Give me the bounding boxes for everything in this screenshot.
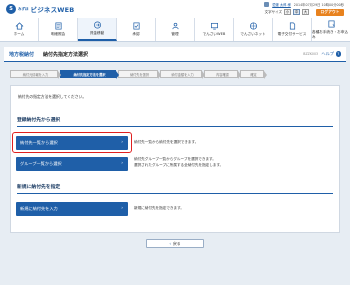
nav-transfer[interactable]: 資金移動 — [78, 18, 117, 41]
step-indicator: 納付元情報を入力 納付先指定方法を選択 納付先を選択 納付金額を入力 内容確認 … — [10, 70, 267, 79]
enter-new-payee-button[interactable]: 新規に納付先を入力 › — [16, 202, 128, 216]
step-2-current: 納付先指定方法を選択 — [60, 70, 119, 79]
step-5: 内容確認 — [204, 70, 241, 79]
nav-home-label: ホーム — [13, 32, 25, 36]
page-title: 納付先指定方法選択 — [43, 51, 89, 58]
nav-e-delivery[interactable]: 電子交付サービス — [273, 18, 312, 41]
payee-list-description: 納付先一覧から納付先を選択できます。 — [134, 140, 199, 144]
nav-procedures-label: 各種お手続き・お申込み — [312, 29, 348, 39]
page-category: 地方税納付 — [9, 51, 35, 58]
help-label: ヘルプ — [321, 51, 334, 56]
select-from-payee-list-label: 納付先一覧から選択 — [20, 140, 58, 145]
chevron-right-icon: › — [121, 206, 123, 211]
font-size-large-button[interactable]: 大 — [302, 9, 309, 15]
nav-densai-net-label: でんさいネット — [240, 32, 266, 36]
global-nav: ホーム 明細照会 資金移動 承認 管理 でんさいWEB でんさいネット 電子交付… — [0, 18, 350, 42]
logo-mark: S — [6, 4, 16, 14]
group-list-description-line1: 納付先グループ一覧からグループを選択できます。 — [134, 157, 216, 161]
instruction-text: 納付先の指定方法を選択してください。 — [18, 94, 87, 99]
help-icon: ? — [335, 51, 341, 57]
user-icon — [264, 2, 270, 7]
last-login: 2014年07月29日 10時00分00秒 — [293, 3, 344, 7]
transfer-icon — [93, 21, 101, 29]
step-4: 納付金額を入力 — [160, 70, 205, 79]
bank-logo: S みずほ ビジネスWEB — [6, 4, 74, 14]
user-info: 愛媛 太郎 様 2014年07月29日 10時00分00秒 — [264, 2, 344, 7]
nav-e-delivery-label: 電子交付サービス — [277, 32, 307, 36]
densai-icon — [210, 22, 218, 30]
nav-approval[interactable]: 承認 — [117, 18, 156, 41]
management-icon — [171, 22, 179, 30]
section-registered-heading: 登録納付先から選択 — [17, 118, 61, 123]
logo-text: ビジネスWEB — [30, 6, 75, 14]
font-size-medium-button[interactable]: 中 — [293, 9, 300, 15]
screen-code: BZZK003 — [303, 52, 318, 56]
chevron-right-icon: › — [121, 140, 123, 145]
step-6: 確定 — [240, 70, 267, 79]
chevron-right-icon: › — [121, 161, 123, 166]
step-3: 納付先を選択 — [118, 70, 161, 79]
nav-densai-web-label: でんさいWEB — [202, 32, 226, 36]
group-list-description: 納付先グループ一覧からグループを選択できます。 選択されたグループに所属する全納… — [134, 157, 223, 168]
nav-transfer-label: 資金移動 — [89, 31, 105, 35]
nav-approval-label: 承認 — [132, 32, 140, 36]
header: S みずほ ビジネスWEB 愛媛 太郎 様 2014年07月29日 10時00分… — [0, 0, 350, 18]
select-from-group-list-label: グループ一覧から選択 — [20, 161, 62, 166]
enter-new-payee-label: 新規に納付先を入力 — [20, 206, 58, 211]
group-list-description-line2: 選択されたグループに所属する全納付先を指定します。 — [134, 162, 224, 167]
nav-management[interactable]: 管理 — [156, 18, 195, 41]
page-title-bar: 地方税納付 納付先指定方法選択 BZZK003 ヘルプ ? — [4, 47, 346, 62]
select-from-payee-list-button[interactable]: 納付先一覧から選択 › — [16, 136, 128, 150]
home-icon — [15, 22, 23, 30]
network-icon — [249, 22, 257, 30]
nav-home[interactable]: ホーム — [0, 18, 39, 41]
nav-management-label: 管理 — [171, 32, 179, 36]
statement-icon — [54, 22, 62, 30]
nav-procedures[interactable]: 各種お手続き・お申込み — [312, 18, 350, 41]
new-payee-description: 新規に納付先を指定できます。 — [134, 206, 184, 210]
section-new-divider — [17, 193, 333, 194]
select-from-group-list-button[interactable]: グループ一覧から選択 › — [16, 157, 128, 171]
logout-button[interactable]: ログアウト — [316, 8, 344, 16]
font-size-small-button[interactable]: 小 — [284, 9, 291, 15]
nav-densai-net[interactable]: でんさいネット — [234, 18, 273, 41]
document-icon — [289, 22, 295, 30]
nav-statement-label: 明細照会 — [50, 32, 66, 36]
section-new-heading: 新規に納付先を指定 — [17, 185, 61, 190]
nav-statement[interactable]: 明細照会 — [39, 18, 78, 41]
approval-icon — [132, 22, 140, 30]
back-button[interactable]: ‹ 戻る — [146, 239, 204, 248]
font-size-label: 文字サイズ — [264, 9, 282, 14]
user-name[interactable]: 愛媛 太郎 様 — [272, 2, 291, 7]
step-1: 納付元情報を入力 — [10, 70, 61, 79]
nav-densai-web[interactable]: でんさいWEB — [195, 18, 234, 41]
procedure-icon — [327, 20, 335, 27]
logo-small-text: みずほ — [18, 6, 29, 11]
header-tools: 文字サイズ 小 中 大 ログアウト — [265, 8, 344, 16]
back-label: 戻る — [173, 240, 181, 246]
section-registered-divider — [17, 126, 333, 127]
chevron-left-icon: ‹ — [169, 241, 171, 246]
help-link[interactable]: ヘルプ ? — [321, 51, 341, 57]
